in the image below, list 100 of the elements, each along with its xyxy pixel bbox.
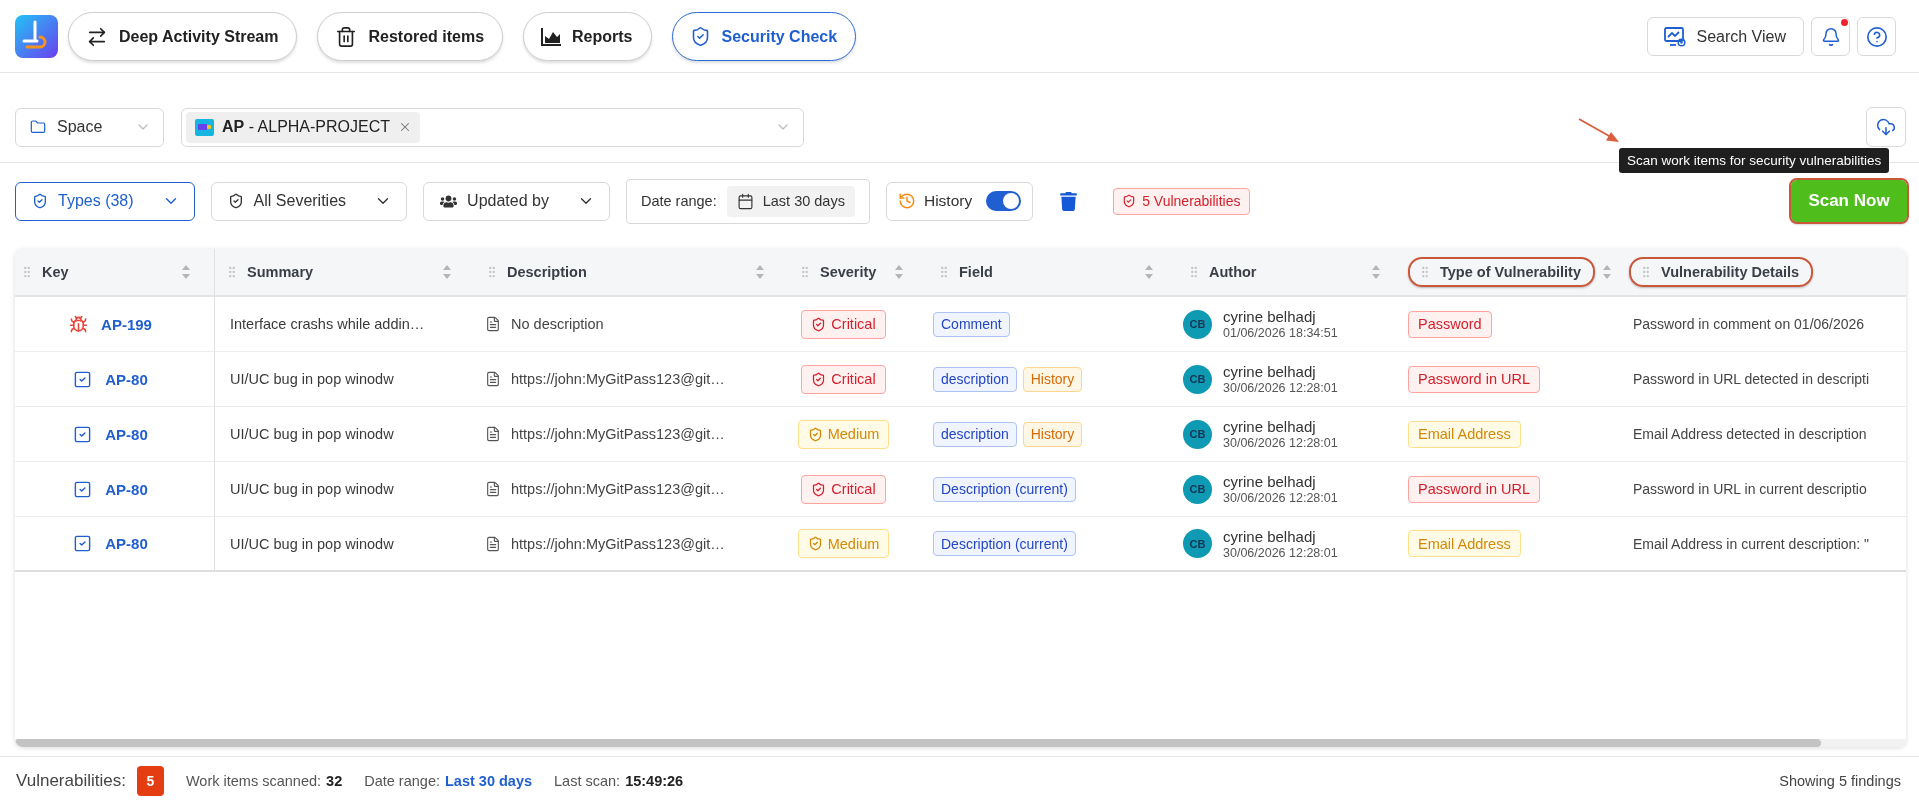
description-text: https://john:MyGitPass123@git… — [511, 371, 725, 387]
project-icon — [195, 118, 214, 136]
avatar: CB — [1183, 364, 1212, 394]
column-header: Author — [1209, 264, 1257, 280]
nav-tab[interactable]: Reports — [523, 12, 652, 61]
issue-key-link[interactable]: AP-80 — [105, 370, 148, 388]
details-text: Password in URL in current descriptio — [1633, 481, 1867, 497]
task-check-icon — [73, 534, 93, 553]
trash-icon — [335, 25, 358, 48]
document-icon — [485, 481, 501, 497]
shield-check-icon — [227, 193, 244, 209]
summary-text: UI/UC bug in pop winodw — [230, 371, 394, 387]
bell-icon — [1820, 26, 1841, 47]
severity-label: Critical — [831, 371, 876, 387]
details-text: Email Address detected in description — [1633, 426, 1867, 442]
summary-text: UI/UC bug in pop winodw — [230, 481, 394, 497]
filter-dropdown[interactable]: Updated by — [423, 181, 610, 221]
document-icon — [485, 316, 501, 332]
vulnerability-type-tag: Password in URL — [1408, 475, 1540, 503]
field-tag: Description (current) — [933, 476, 1076, 502]
avatar: CB — [1183, 474, 1212, 504]
author-name: cyrine belhadj — [1223, 363, 1317, 380]
trash-icon[interactable] — [1059, 191, 1079, 211]
issue-key-link[interactable]: AP-80 — [105, 480, 148, 498]
document-icon — [485, 535, 501, 552]
sort-icon[interactable] — [1145, 265, 1153, 279]
document-icon — [485, 371, 501, 387]
count-badge: 5 — [136, 765, 164, 796]
download-button[interactable] — [1866, 107, 1906, 147]
field-tag: History — [1022, 366, 1083, 392]
vulnerability-type-tag: Email Address — [1408, 530, 1521, 557]
filter-dropdown[interactable]: Types (38) — [15, 181, 195, 221]
calendar-icon — [736, 192, 754, 210]
summary-text: UI/UC bug in pop winodw — [230, 426, 394, 442]
description-text: No description — [511, 316, 604, 332]
stat-value: 15:49:26 — [625, 772, 684, 789]
document-icon — [485, 426, 501, 442]
description-text: https://john:MyGitPass123@git… — [511, 481, 725, 497]
sort-icon[interactable] — [1603, 265, 1611, 279]
avatar: CB — [1183, 529, 1212, 558]
sort-icon[interactable] — [443, 265, 451, 279]
folder-icon — [30, 119, 46, 135]
sort-icon[interactable] — [756, 265, 764, 279]
stat-link[interactable]: Last 30 days — [445, 772, 533, 789]
help-button[interactable] — [1857, 17, 1896, 56]
sort-icon[interactable] — [895, 265, 903, 279]
shield-check-icon — [811, 371, 827, 387]
tooltip: Scan work items for security vulnerabilities — [1619, 148, 1890, 173]
details-text: Email Address in current description: " — [1633, 535, 1870, 552]
description-text: https://john:MyGitPass123@git… — [511, 426, 725, 442]
task-check-icon — [73, 479, 93, 499]
task-check-icon — [73, 369, 93, 389]
bug-icon — [69, 314, 89, 334]
space-select[interactable]: Space — [15, 107, 164, 147]
shield-check-icon — [1122, 194, 1137, 208]
author-name: cyrine belhadj — [1223, 308, 1317, 325]
timestamp: 30/06/2026 12:28:01 — [1223, 436, 1338, 450]
task-check-icon — [73, 424, 93, 444]
column-header: Severity — [820, 264, 877, 280]
filter-dropdown[interactable]: All Severities — [210, 181, 408, 221]
monitor-eye-icon — [1664, 26, 1687, 47]
column-header: Description — [507, 264, 587, 280]
project-chip-label: AP - ALPHA-PROJECT — [222, 118, 391, 136]
summary-text: UI/UC bug in pop winodw — [230, 535, 394, 552]
nav-tab[interactable]: Restored items — [317, 12, 504, 61]
search-view-button[interactable]: Search View — [1647, 17, 1804, 56]
column-header: Summary — [247, 264, 314, 280]
timestamp: 01/06/2026 18:34:51 — [1223, 326, 1338, 340]
history-toggle[interactable] — [986, 191, 1022, 211]
field-tag: description — [933, 366, 1017, 392]
nav-tab[interactable]: Deep Activity Stream — [68, 12, 298, 61]
issue-key-link[interactable]: AP-199 — [101, 315, 152, 333]
timestamp: 30/06/2026 12:28:01 — [1223, 381, 1338, 395]
avatar: CB — [1183, 419, 1212, 449]
notifications-button[interactable] — [1811, 17, 1850, 56]
project-select[interactable]: AP - ALPHA-PROJECT — [181, 107, 804, 147]
area-chart-icon — [541, 27, 562, 46]
field-tag: description — [933, 421, 1017, 447]
app-logo — [15, 15, 58, 58]
date-range-button[interactable]: Last 30 days — [726, 185, 855, 217]
shield-check-icon — [32, 193, 48, 209]
sort-icon[interactable] — [1372, 265, 1380, 279]
shield-check-icon — [811, 316, 827, 332]
vulnerability-count: 5 Vulnerabilities — [1142, 193, 1241, 209]
vulnerability-type-tag: Password in URL — [1408, 365, 1540, 393]
arrows-icon — [86, 25, 108, 48]
severity-label: Critical — [831, 316, 876, 332]
sort-icon[interactable] — [182, 265, 190, 279]
column-header: Key — [42, 264, 69, 280]
issue-key-link[interactable]: AP-80 — [105, 425, 148, 443]
timestamp: 30/06/2026 12:28:01 — [1223, 545, 1338, 560]
column-header: Vulnerability Details — [1661, 264, 1800, 280]
nav-tab[interactable]: Security Check — [671, 12, 857, 61]
severity-label: Critical — [831, 481, 876, 497]
severity-label: Medium — [827, 426, 880, 442]
column-header: Type of Vulnerability — [1440, 264, 1581, 280]
description-text: https://john:MyGitPass123@git… — [511, 535, 725, 552]
field-tag: History — [1022, 421, 1083, 447]
issue-key-link[interactable]: AP-80 — [105, 535, 148, 552]
avatar: CB — [1183, 309, 1212, 339]
